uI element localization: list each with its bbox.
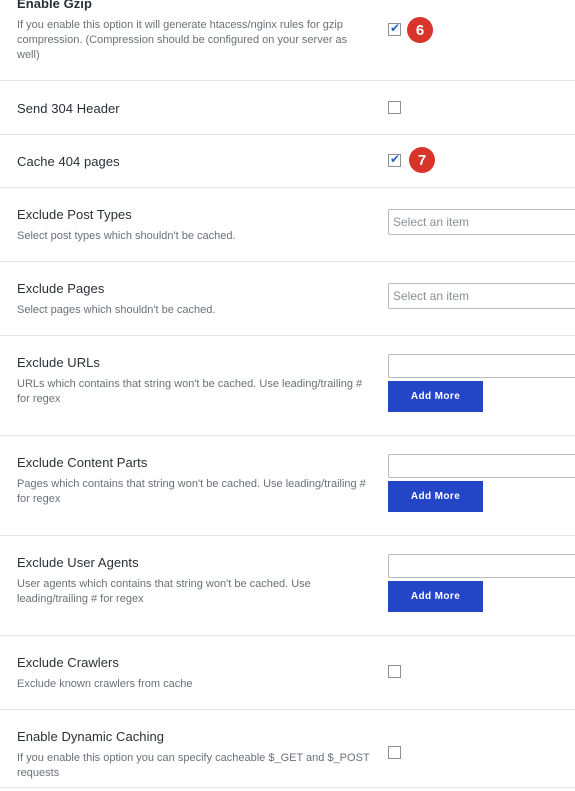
cache-404-checkbox[interactable]: ✔	[388, 152, 401, 167]
exclude-crawlers-checkbox[interactable]	[388, 665, 401, 678]
setting-desc-exclude-user-agents: User agents which contains that string w…	[17, 578, 311, 605]
divider	[0, 435, 575, 436]
setting-title-exclude-content-parts: Exclude Content Parts	[17, 455, 148, 470]
setting-title-enable-gzip: Enable Gzip	[17, 0, 92, 11]
divider	[0, 187, 575, 188]
divider	[0, 134, 575, 135]
setting-title-exclude-post-types: Exclude Post Types	[17, 207, 132, 222]
setting-desc-exclude-urls: URLs which contains that string won't be…	[17, 378, 363, 405]
setting-title-exclude-urls: Exclude URLs	[17, 355, 100, 370]
setting-title-exclude-user-agents: Exclude User Agents	[17, 555, 139, 570]
setting-title-exclude-crawlers: Exclude Crawlers	[17, 655, 119, 670]
divider	[0, 709, 575, 710]
exclude-content-parts-input[interactable]	[388, 454, 575, 478]
divider	[0, 80, 575, 81]
setting-desc-enable-dynamic-caching: If you enable this option you can specif…	[17, 752, 370, 779]
setting-title-send-304: Send 304 Header	[17, 101, 120, 116]
exclude-content-parts-add-more-button[interactable]: Add More	[388, 481, 483, 512]
enable-dynamic-caching-checkbox[interactable]	[388, 746, 401, 759]
exclude-urls-input[interactable]	[388, 354, 575, 378]
exclude-urls-add-more-button[interactable]: Add More	[388, 381, 483, 412]
exclude-user-agents-input[interactable]	[388, 554, 575, 578]
exclude-pages-select[interactable]: Select an item	[388, 283, 575, 309]
setting-title-enable-dynamic-caching: Enable Dynamic Caching	[17, 729, 165, 744]
setting-desc-exclude-content-parts: Pages which contains that string won't b…	[17, 478, 366, 505]
divider	[0, 635, 575, 636]
setting-title-exclude-pages: Exclude Pages	[17, 281, 105, 296]
divider	[0, 335, 575, 336]
setting-desc-exclude-pages: Select pages which shouldn't be cached.	[17, 304, 216, 316]
enable-gzip-checkbox[interactable]: ✔	[388, 21, 401, 36]
exclude-post-types-select[interactable]: Select an item	[388, 209, 575, 235]
setting-desc-exclude-post-types: Select post types which shouldn't be cac…	[17, 230, 236, 242]
divider	[0, 261, 575, 262]
setting-desc-enable-gzip: If you enable this option it will genera…	[17, 19, 348, 61]
setting-desc-exclude-crawlers: Exclude known crawlers from cache	[17, 678, 193, 690]
check-icon: ✔	[390, 21, 401, 35]
setting-title-cache-404: Cache 404 pages	[17, 154, 120, 169]
step-badge-6: 6	[407, 17, 433, 43]
exclude-user-agents-add-more-button[interactable]: Add More	[388, 581, 483, 612]
divider	[0, 787, 575, 788]
send-304-checkbox[interactable]	[388, 101, 401, 114]
divider	[0, 535, 575, 536]
step-badge-7: 7	[409, 147, 435, 173]
check-icon: ✔	[390, 152, 401, 166]
